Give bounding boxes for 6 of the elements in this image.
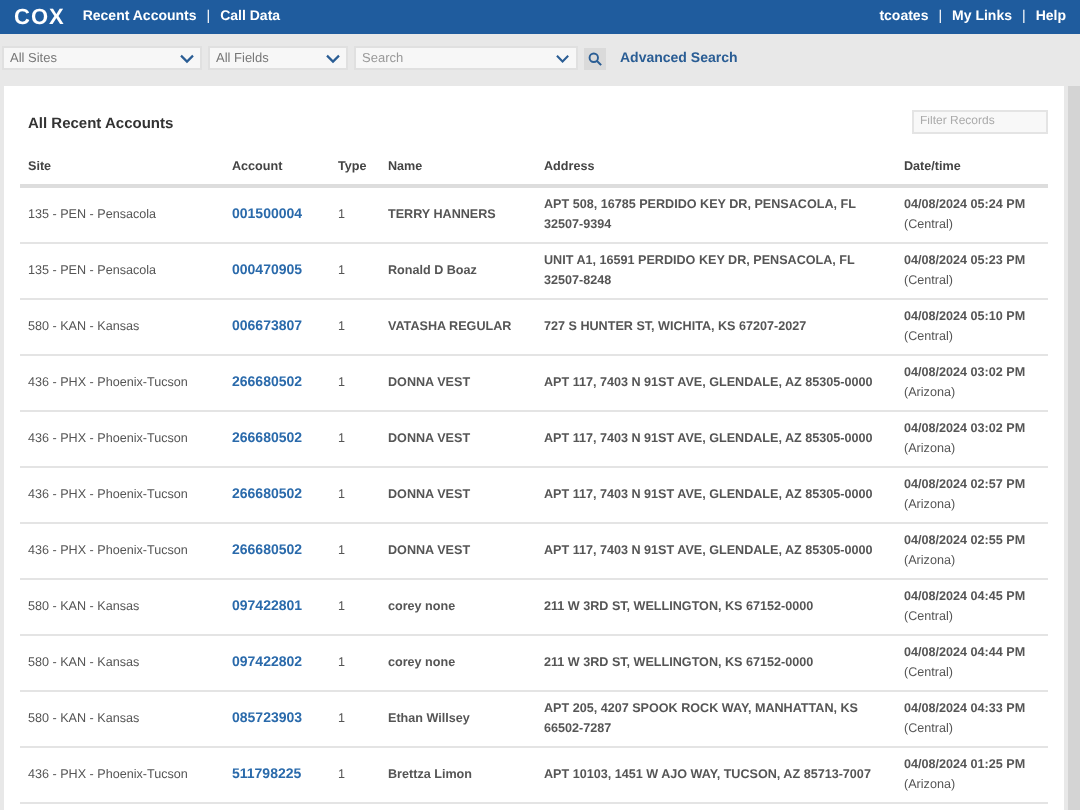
chevron-icon	[326, 53, 340, 63]
logo: COX	[14, 5, 65, 29]
search-button[interactable]	[584, 47, 606, 69]
chevron-icon	[180, 53, 194, 63]
chevron-icon	[556, 53, 570, 63]
search-icon	[588, 51, 602, 65]
